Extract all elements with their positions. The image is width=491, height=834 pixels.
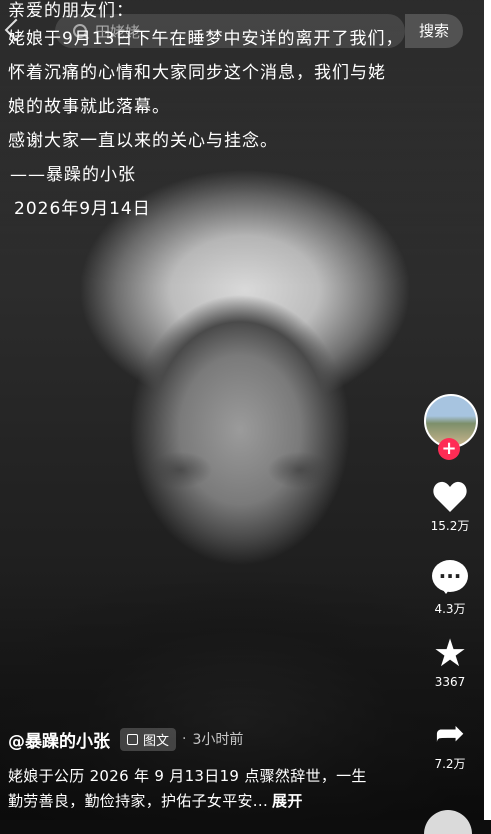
search-input[interactable]: 田姥姥 [55,14,405,48]
notice-line: 娘的故事就此落幕。 [8,97,170,117]
post-type-label: 图文 [143,733,170,749]
search-icon [73,24,87,38]
author-row: @暴躁的小张 图文 · 3小时前 [8,726,243,752]
follow-button[interactable]: + [438,438,460,460]
favorite-count: 3367 [434,675,466,689]
comment-count: 4.3万 [434,602,466,616]
notice-signature: ——暴躁的小张 [10,165,136,185]
comment-icon [432,560,468,594]
post-type-badge: 图文 [120,727,177,751]
separator-dot: · [182,731,187,747]
star-icon: ★ [432,631,468,675]
search-query: 田姥姥 [95,23,141,41]
search-button[interactable]: 搜索 [405,14,463,48]
top-search-bar: 田姥姥 搜索 [0,12,484,52]
like-action[interactable]: 15.2万 [420,480,480,534]
author-name[interactable]: @暴躁的小张 [8,727,110,752]
notice-line: 感谢大家一直以来的关心与挂念。 [8,131,278,151]
share-action[interactable]: ➦ 7.2万 [420,716,480,772]
notice-line: 怀着沉痛的心情和大家同步这个消息，我们与姥 [8,63,386,83]
like-count: 15.2万 [430,519,470,533]
comment-action[interactable]: 4.3万 [420,560,480,617]
favorite-action[interactable]: ★ 3367 [420,634,480,689]
image-post-icon [127,733,138,745]
screen-edge [484,0,491,820]
share-count: 7.2万 [434,757,466,771]
expand-button[interactable]: 展开 [272,792,303,810]
post-time: 3小时前 [192,732,244,748]
back-arrow-icon[interactable] [4,18,28,42]
post-description: 姥娘于公历 2026 年 9 月13日19 点骤然辞世，一生勤劳善良，勤俭持家，… [8,764,378,814]
share-icon: ➦ [434,713,466,754]
description-text: 姥娘于公历 2026 年 9 月13日19 点骤然辞世，一生勤劳善良，勤俭持家，… [8,767,367,810]
heart-icon [433,481,467,512]
notice-date: 2026年9月14日 [14,199,151,219]
